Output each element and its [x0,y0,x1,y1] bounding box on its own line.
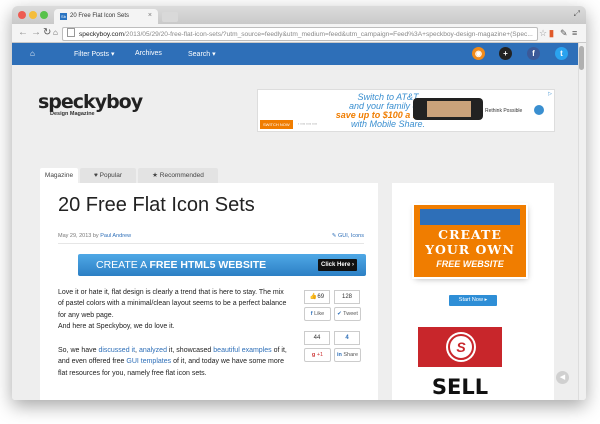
home-icon[interactable]: ⌂ [30,49,35,58]
author-link[interactable]: Paul Andrew [100,233,131,239]
bookmark-star-icon[interactable]: ☆ [539,27,547,39]
html5-website-banner[interactable]: CREATE A FREE HTML5 WEBSITE Click Here › [78,254,366,276]
url-path: /2013/05/29/20-free-flat-icon-sets/?utm_… [123,31,533,38]
ad-line-4: with Mobile Share. [350,119,426,129]
forward-icon[interactable]: → [31,27,41,39]
banner-click-here-button[interactable]: Click Here › [317,259,357,271]
tweet-button[interactable]: ✔ Tweet [334,307,361,321]
header-ad[interactable]: Switch to AT&T and your family can save … [257,89,555,132]
p2-text-a: So, we have [58,347,99,354]
sell-ad-text: SELL [431,375,489,399]
page-icon [67,28,75,37]
twitter-icon[interactable]: t [555,47,568,60]
share-box: 👍69 128 f Like ✔ Tweet 44 4 g +1 in Shar… [298,288,368,388]
paragraph-2: So, we have discussed it, analyzed it, s… [58,345,288,379]
browser-tab[interactable]: Sb 20 Free Flat Icon Sets × [54,9,158,24]
home-icon[interactable]: ⌂ [53,27,58,39]
gplus-icon[interactable]: + [499,47,512,60]
linkedin-count: 4 [334,331,360,345]
tab-bar: Sb 20 Free Flat Icon Sets × ⤢ [12,6,586,24]
nav-search[interactable]: Search ▾ [188,50,216,58]
link-beautiful-examples[interactable]: beautiful examples [213,347,271,354]
logo-text: speckyboy [38,91,143,113]
link-discussed[interactable]: discussed it [98,347,135,354]
ad-browser-image [420,209,520,225]
tweet-count: 128 [334,290,360,304]
tab-close-icon[interactable]: × [148,12,152,19]
zoom-window-icon[interactable] [40,11,48,19]
scroll-to-top-icon[interactable]: ◀ [556,371,569,384]
fullscreen-icon[interactable]: ⤢ [574,9,580,19]
create-website-ad[interactable]: CREATE YOUR OWN FREE WEBSITE [414,205,526,277]
ad-your-own-text: YOUR OWN [425,242,515,257]
scrollbar[interactable] [578,43,586,400]
browser-toolbar: ← → ↻ ⌂ speckyboy.com/2013/05/29/20-free… [12,24,586,43]
address-bar[interactable]: speckyboy.com/2013/05/29/20-free-flat-ic… [62,27,538,41]
banner-text-b: FREE HTML5 WEBSITE [149,259,267,271]
ad-phone-image [413,98,483,120]
article: 20 Free Flat Icon Sets May 29, 2013 by P… [40,183,378,400]
banner-text-a: CREATE A [96,259,150,271]
scrollbar-thumb[interactable] [579,46,584,70]
url-host: speckyboy.com [79,31,124,38]
sell-ad[interactable]: S SELL [418,327,502,400]
banner-text: CREATE A FREE HTML5 WEBSITE [96,254,266,276]
link-analyzed[interactable]: analyzed [139,347,167,354]
menu-icon[interactable]: ≡ [572,27,577,39]
wrench-icon[interactable]: ✎ [560,27,568,39]
sell-ad-logo: S [448,334,474,360]
start-now-button[interactable]: Start Now ▸ [449,295,497,306]
paragraph-1: Love it or hate it, flat design is clear… [58,289,287,319]
reload-icon[interactable]: ↻ [43,27,51,39]
article-meta: May 29, 2013 by Paul Andrew [58,233,131,239]
extension-icon[interactable]: ▮ [549,27,554,39]
linkedin-share-button[interactable]: in Share [334,348,361,362]
site-logo[interactable]: speckyboy Design Magazine [38,91,143,117]
ad-fineprint: ▪ ▪▪▪▪ ▪▪▪▪ ▪▪▪▪ [298,122,318,126]
like-count: 👍69 [304,290,330,304]
nav-filter-posts[interactable]: Filter Posts ▾ [74,50,114,58]
ad-rethink-text: Rethink Possible [485,108,523,114]
facebook-like-button[interactable]: f Like [304,307,331,321]
nav-archives[interactable]: Archives [135,50,162,57]
facebook-icon[interactable]: f [527,47,540,60]
paragraph-1b: And here at Speckyboy, we do love it. [58,323,175,330]
rss-icon[interactable]: ◉ [472,47,485,60]
ad-create-text: CREATE [438,227,502,242]
tab-popular[interactable]: ♥ Popular [80,168,136,183]
link-gui-templates[interactable]: GUI templates [126,358,171,365]
google-plusone-button[interactable]: g +1 [304,348,331,362]
close-window-icon[interactable] [18,11,26,19]
p2-text-c: it, showcased [166,347,214,354]
article-tags[interactable]: ✎ GUI, Icons [332,233,364,239]
tab-recommended[interactable]: ★ Recommended [138,168,218,183]
att-globe-icon [534,105,544,115]
article-date: May 29, 2013 by [58,233,101,239]
article-title: 20 Free Flat Icon Sets [58,194,255,216]
tab-magazine[interactable]: Magazine [40,168,78,183]
ad-switch-button[interactable]: SWITCH NOW [260,120,293,129]
tab-title: 20 Free Flat Icon Sets [70,13,130,19]
site-nav: ⌂ Filter Posts ▾ Archives Search ▾ ◉ + f… [12,43,578,65]
back-icon[interactable]: ← [18,27,28,39]
new-tab-button[interactable] [162,12,178,22]
sidebar: CREATE YOUR OWN FREE WEBSITE Start Now ▸… [392,183,554,400]
browser-window: Sb 20 Free Flat Icon Sets × ⤢ ← → ↻ ⌂ sp… [12,6,586,400]
favicon-icon: Sb [60,13,67,20]
page-content: speckyboy Design Magazine Switch to AT&T… [12,65,578,400]
ad-free-website-text: FREE WEBSITE [436,259,504,269]
divider [58,243,364,244]
plusone-count: 44 [304,331,330,345]
adchoices-icon[interactable]: ▷ [548,91,552,97]
minimize-window-icon[interactable] [29,11,37,19]
